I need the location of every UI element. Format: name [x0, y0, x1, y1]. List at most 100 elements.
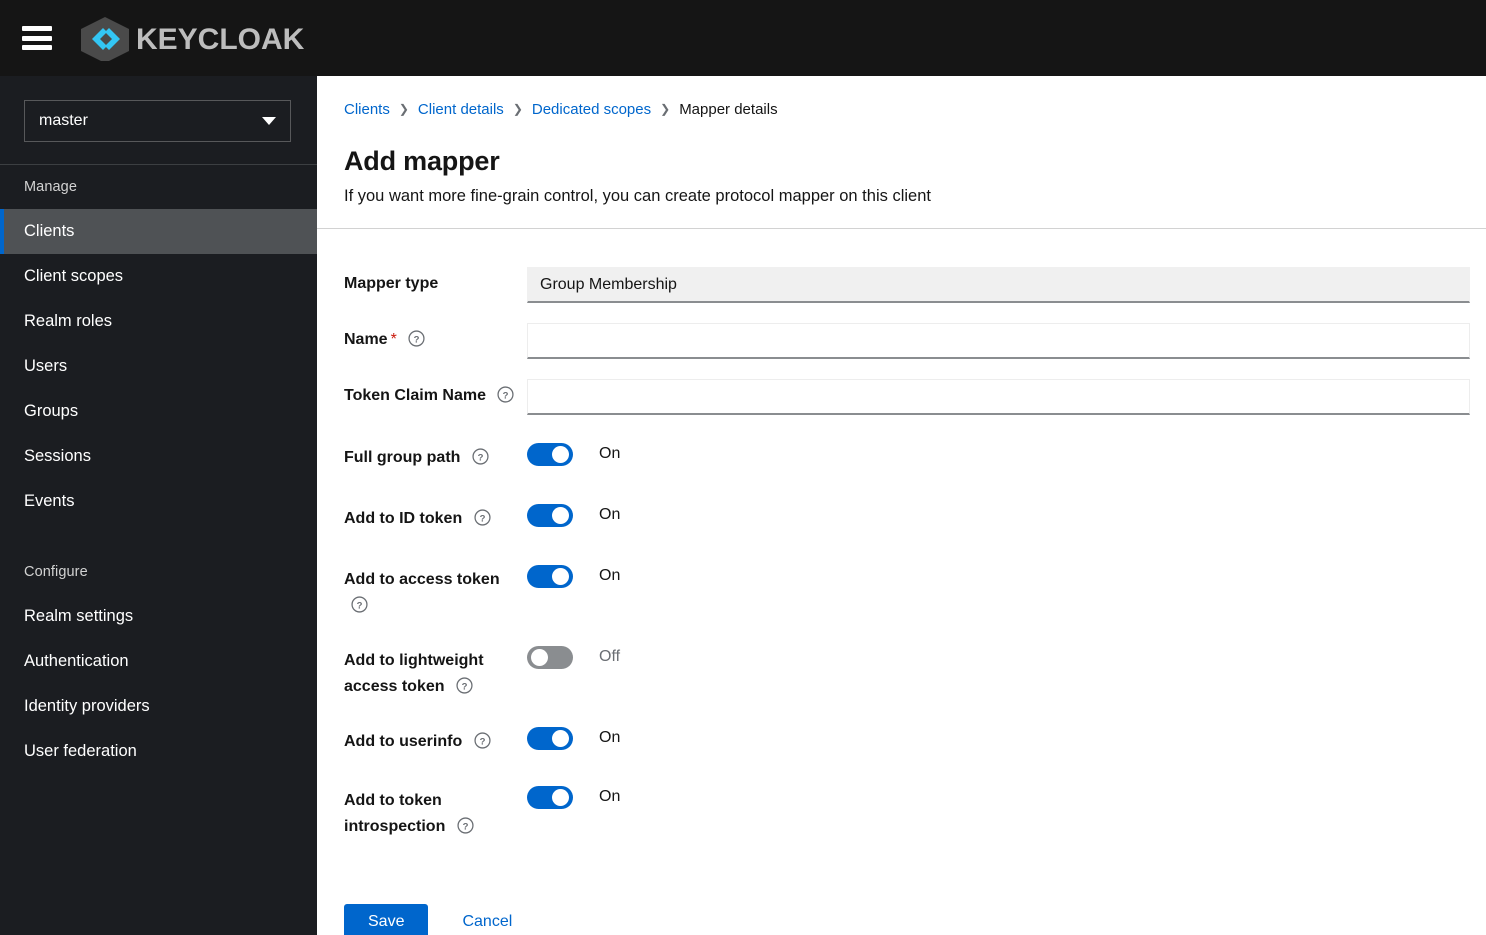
- breadcrumb-separator-icon: ❯: [512, 102, 523, 116]
- breadcrumb-separator-icon: ❯: [398, 102, 409, 116]
- help-circle-icon[interactable]: ?: [474, 509, 491, 526]
- token-claim-name-input[interactable]: [527, 379, 1470, 415]
- add-to-userinfo-control: On: [527, 725, 1470, 751]
- name-input[interactable]: [527, 323, 1470, 359]
- brand-wordmark: KEYCLOAK: [136, 23, 305, 56]
- sidebar: master Manage Clients Client scopes Real…: [0, 76, 317, 935]
- svg-text:?: ?: [477, 452, 483, 463]
- toggle-knob: [531, 649, 548, 666]
- add-to-id-token-toggle[interactable]: [527, 504, 573, 527]
- mapper-type-control: [527, 267, 1470, 303]
- sidebar-section-title-manage: Manage: [24, 179, 77, 195]
- realm-selector-value: master: [39, 112, 88, 129]
- toggle-knob: [552, 730, 569, 747]
- sidebar-item-realm-settings[interactable]: Realm settings: [0, 594, 317, 639]
- add-to-access-token-toggle[interactable]: [527, 565, 573, 588]
- add-to-token-introspection-control: On: [527, 784, 1470, 810]
- add-to-id-token-label: Add to ID token ?: [344, 502, 527, 532]
- add-to-lightweight-access-token-control: Off: [527, 644, 1470, 670]
- sidebar-item-realm-roles[interactable]: Realm roles: [0, 299, 317, 344]
- help-circle-icon[interactable]: ?: [457, 817, 474, 834]
- svg-text:?: ?: [414, 334, 420, 345]
- cancel-button[interactable]: Cancel: [462, 913, 512, 931]
- masthead: KEYCLOAK: [0, 0, 1486, 76]
- add-to-id-token-control: On: [527, 502, 1470, 528]
- sidebar-item-identity-providers[interactable]: Identity providers: [0, 684, 317, 729]
- sidebar-item-label: Clients: [24, 222, 75, 240]
- sidebar-item-label: Client scopes: [24, 267, 124, 285]
- help-circle-icon[interactable]: ?: [408, 330, 425, 347]
- add-to-userinfo-toggle[interactable]: [527, 727, 573, 750]
- sidebar-item-label: Identity providers: [24, 697, 150, 715]
- add-to-token-introspection-label: Add to token introspection ?: [344, 784, 527, 840]
- form-row-add-to-access-token: Add to access token ? On: [344, 563, 1470, 619]
- add-to-access-token-control: On: [527, 563, 1470, 589]
- add-to-access-token-state: On: [599, 567, 621, 584]
- form-row-token-claim-name: Token Claim Name ?: [344, 379, 1470, 415]
- svg-text:?: ?: [462, 681, 468, 692]
- keycloak-admin-console: KEYCLOAK master Manage Clients Client sc…: [0, 0, 1486, 935]
- page-header: Clients ❯ Client details ❯ Dedicated sco…: [317, 76, 1486, 206]
- name-control: [527, 323, 1470, 359]
- help-circle-icon[interactable]: ?: [456, 677, 473, 694]
- add-to-token-introspection-label-text: Add to token introspection: [344, 792, 446, 835]
- breadcrumb-item-dedicated-scopes[interactable]: Dedicated scopes: [532, 100, 651, 120]
- full-group-path-toggle[interactable]: [527, 443, 573, 466]
- add-mapper-form: Mapper type Name* ?: [317, 229, 1486, 840]
- toggle-knob: [552, 446, 569, 463]
- sidebar-item-user-federation[interactable]: User federation: [0, 729, 317, 774]
- sidebar-item-clients[interactable]: Clients: [0, 209, 317, 254]
- hamburger-bar: [22, 35, 52, 41]
- sidebar-item-groups[interactable]: Groups: [0, 389, 317, 434]
- mapper-type-label: Mapper type: [344, 267, 527, 297]
- svg-text:?: ?: [479, 513, 485, 524]
- save-button[interactable]: Save: [344, 904, 429, 935]
- form-row-name: Name * ?: [344, 323, 1470, 359]
- name-label-text: Name: [344, 331, 388, 348]
- keycloak-logo[interactable]: KEYCLOAK: [80, 16, 342, 61]
- sidebar-item-client-scopes[interactable]: Client scopes: [0, 254, 317, 299]
- svg-text:?: ?: [462, 821, 468, 832]
- add-to-token-introspection-toggle[interactable]: [527, 786, 573, 809]
- add-to-token-introspection-state: On: [599, 788, 621, 805]
- breadcrumb-item-clients[interactable]: Clients: [344, 100, 390, 120]
- token-claim-name-label-text: Token Claim Name: [344, 387, 486, 404]
- form-row-add-to-userinfo: Add to userinfo ? On: [344, 725, 1470, 755]
- help-circle-icon[interactable]: ?: [474, 732, 491, 749]
- chevron-down-icon: [262, 117, 276, 125]
- main-content: Clients ❯ Client details ❯ Dedicated sco…: [317, 76, 1486, 935]
- help-circle-icon[interactable]: ?: [497, 386, 514, 403]
- breadcrumb-item-client-details[interactable]: Client details: [418, 100, 504, 120]
- hamburger-icon[interactable]: [22, 26, 52, 50]
- toggle-knob: [552, 507, 569, 524]
- required-marker: *: [390, 331, 397, 348]
- breadcrumb-separator-icon: ❯: [660, 102, 671, 116]
- form-row-add-to-lightweight-access-token: Add to lightweight access token ? Off: [344, 644, 1470, 700]
- add-to-lightweight-access-token-label: Add to lightweight access token ?: [344, 644, 527, 700]
- sidebar-item-users[interactable]: Users: [0, 344, 317, 389]
- sidebar-item-label: Users: [24, 357, 68, 375]
- hamburger-bar: [22, 26, 52, 31]
- add-to-lightweight-access-token-state: Off: [599, 648, 621, 665]
- sidebar-item-sessions[interactable]: Sessions: [0, 434, 317, 479]
- name-label: Name * ?: [344, 323, 527, 353]
- sidebar-item-authentication[interactable]: Authentication: [0, 639, 317, 684]
- toggle-knob: [552, 789, 569, 806]
- sidebar-item-label: User federation: [24, 742, 137, 760]
- add-to-id-token-label-text: Add to ID token: [344, 510, 463, 527]
- sidebar-item-events[interactable]: Events: [0, 479, 317, 524]
- token-claim-name-label: Token Claim Name ?: [344, 379, 527, 409]
- help-circle-icon[interactable]: ?: [472, 448, 489, 465]
- page-subtitle: If you want more fine-grain control, you…: [344, 187, 931, 205]
- breadcrumb-item-mapper-details: Mapper details: [679, 101, 778, 118]
- full-group-path-label: Full group path ?: [344, 441, 527, 471]
- mapper-type-label-text: Mapper type: [344, 275, 439, 292]
- full-group-path-label-text: Full group path: [344, 449, 461, 466]
- full-group-path-control: On: [527, 441, 1470, 467]
- add-to-lightweight-access-token-toggle[interactable]: [527, 646, 573, 669]
- sidebar-item-label: Realm settings: [24, 607, 134, 625]
- form-row-full-group-path: Full group path ? On: [344, 441, 1470, 471]
- realm-selector[interactable]: master: [24, 100, 291, 142]
- help-circle-icon[interactable]: ?: [351, 596, 368, 613]
